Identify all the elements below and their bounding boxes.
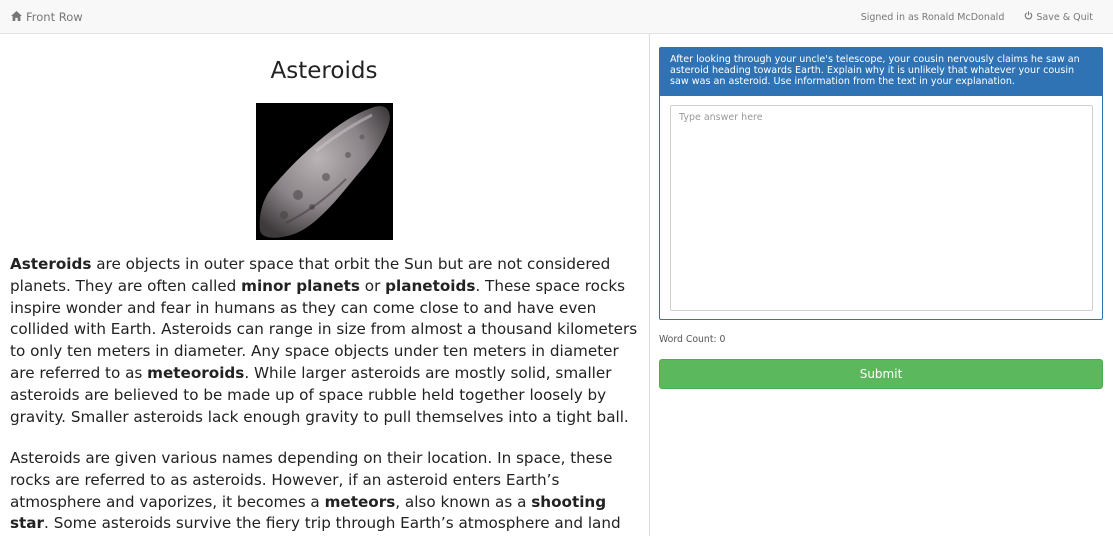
brand-label: Front Row [26, 10, 83, 24]
article-paragraph-1: Asteroids are objects in outer space tha… [10, 254, 640, 428]
term-asteroids: Asteroids [10, 255, 92, 273]
brand-link[interactable]: Front Row [11, 10, 83, 24]
article-paragraph-2: Asteroids are given various names depend… [10, 448, 640, 536]
article-panel: Asteroids Asteroids are objects in outer [10, 34, 640, 536]
nav-right: Signed in as Ronald McDonald Save & Quit [861, 11, 1093, 23]
text-span: or [359, 276, 386, 295]
submit-button[interactable]: Submit [659, 359, 1103, 389]
article-title: Asteroids [270, 58, 378, 84]
term-minor-planets: minor planets [241, 276, 360, 295]
question-prompt: After looking through your uncle's teles… [660, 48, 1102, 96]
question-card: After looking through your uncle's teles… [659, 47, 1103, 320]
word-count: Word Count: 0 [659, 334, 726, 345]
power-icon [1024, 11, 1033, 23]
top-navbar: Front Row Signed in as Ronald McDonald S… [0, 0, 1113, 34]
term-meteoroids: meteoroids [147, 363, 245, 382]
answer-textarea[interactable] [670, 105, 1093, 311]
text-span: . Some asteroids survive the fiery trip … [44, 514, 621, 533]
column-divider [649, 34, 650, 536]
signed-in-text: Signed in as Ronald McDonald [860, 11, 1005, 23]
term-meteors: meteors [324, 492, 396, 511]
asteroid-image [256, 103, 393, 240]
text-span: , also known as a [395, 492, 532, 511]
term-planetoids: planetoids [385, 276, 476, 295]
save-quit-button[interactable]: Save & Quit [1024, 11, 1093, 23]
home-icon [11, 10, 22, 24]
save-quit-label: Save & Quit [1036, 11, 1093, 23]
